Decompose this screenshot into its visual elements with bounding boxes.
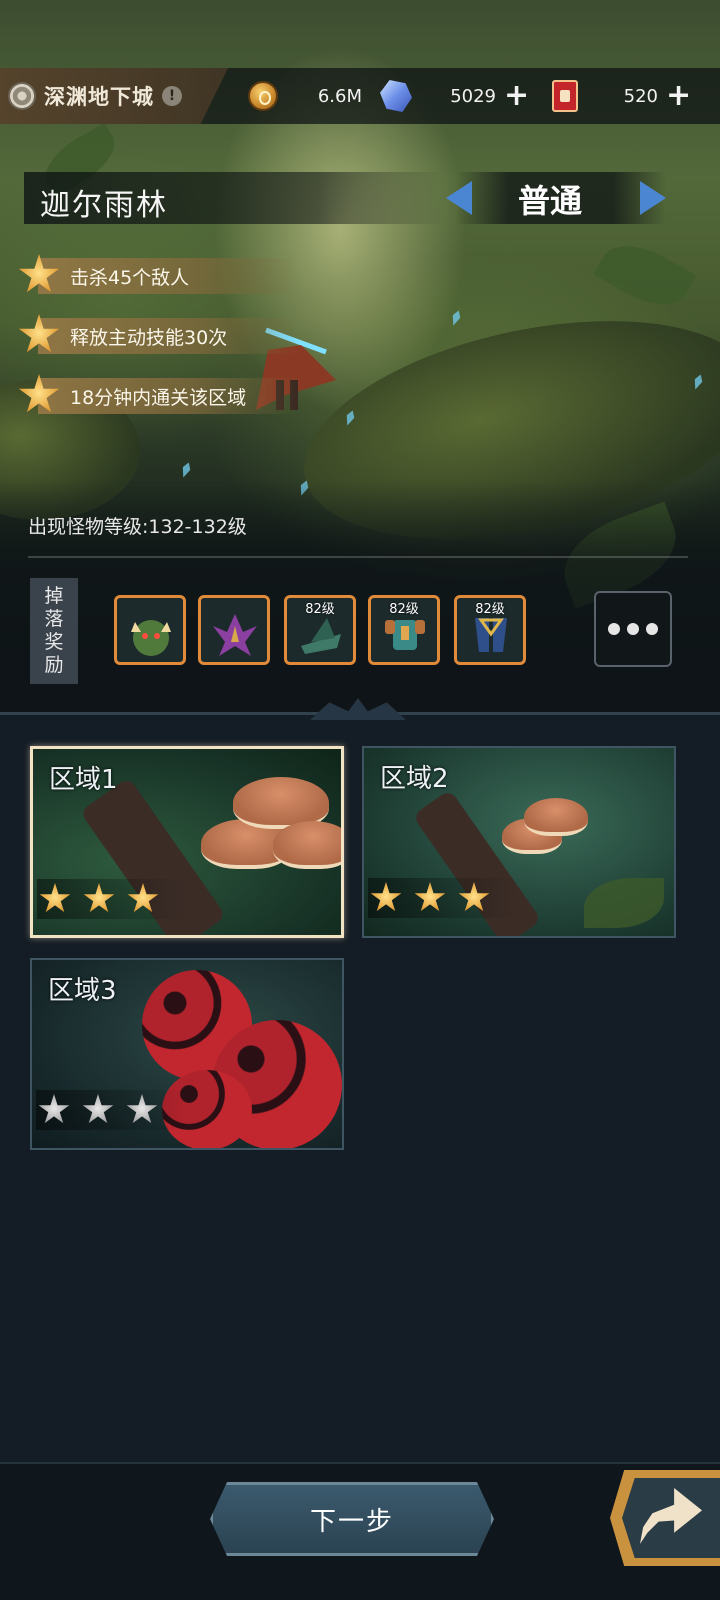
zone-star-rating xyxy=(37,879,187,919)
ticket-amount: 520 xyxy=(623,85,658,107)
stage-name: 迦尔雨林 xyxy=(40,188,168,223)
green-dragon-monster-icon xyxy=(131,620,171,656)
difficulty-next-arrow-icon[interactable] xyxy=(640,181,666,215)
ticket-resource: 520 + xyxy=(552,80,691,112)
difficulty-label: 普通 xyxy=(517,182,582,220)
gold-resource: 6.6M xyxy=(248,80,362,112)
more-rewards-button[interactable] xyxy=(594,591,672,667)
monster-level-text: 出现怪物等级:132-132级 xyxy=(28,516,247,538)
zone-card-3[interactable]: 区域3 xyxy=(30,958,344,1150)
reward-slot[interactable] xyxy=(198,595,270,665)
zone-star-rating xyxy=(368,878,518,918)
purple-plant-monster-icon xyxy=(213,614,257,656)
dungeon-title-tag[interactable]: 深渊地下城 ! xyxy=(0,68,228,124)
grey-star-icon xyxy=(38,1094,70,1124)
green-hat-icon xyxy=(301,618,341,654)
add-crystal-plus-icon[interactable]: + xyxy=(504,81,529,111)
divider xyxy=(28,556,688,558)
reward-slot[interactable]: 82级 xyxy=(454,595,526,665)
blue-crystal-icon xyxy=(380,80,412,112)
zone-card-1[interactable]: 区域1 xyxy=(30,746,344,938)
gold-amount: 6.6M xyxy=(317,85,362,107)
armor-chest-icon xyxy=(385,620,425,650)
gold-star-icon xyxy=(83,883,115,913)
crystal-resource: 5029 + xyxy=(380,80,529,112)
zone-title: 区域3 xyxy=(48,976,117,1006)
dungeon-name: 深渊地下城 xyxy=(44,85,154,109)
crystal-amount: 5029 xyxy=(450,85,496,107)
objective-item: 释放主动技能30次 xyxy=(18,314,298,358)
objective-item: 击杀45个敌人 xyxy=(18,254,298,298)
gold-coin-icon xyxy=(248,81,278,111)
zone-title: 区域1 xyxy=(49,765,118,795)
reward-slot[interactable]: 82级 xyxy=(368,595,440,665)
gold-star-icon xyxy=(414,882,446,912)
gold-star-icon xyxy=(39,883,71,913)
next-step-button[interactable]: 下一步 xyxy=(210,1482,494,1556)
objective-item: 18分钟内通关该区域 xyxy=(18,374,298,418)
grey-star-icon xyxy=(126,1094,158,1124)
difficulty-prev-arrow-icon[interactable] xyxy=(446,181,472,215)
gold-star-icon xyxy=(458,882,490,912)
blue-boots-icon xyxy=(475,618,507,652)
red-ticket-icon xyxy=(552,80,578,112)
objective-text: 18分钟内通关该区域 xyxy=(70,387,247,409)
drop-rewards-label: 掉 落 奖 励 xyxy=(30,578,78,684)
gold-star-icon xyxy=(127,883,159,913)
info-icon[interactable]: ! xyxy=(162,86,182,106)
abyss-swirl-icon xyxy=(8,82,36,110)
gold-star-icon xyxy=(370,882,402,912)
zone-card-2[interactable]: 区域2 xyxy=(362,746,676,938)
more-dots-icon xyxy=(608,623,620,635)
next-step-label: 下一步 xyxy=(309,1506,394,1537)
zone-star-rating xyxy=(36,1090,186,1130)
add-ticket-plus-icon[interactable]: + xyxy=(666,81,691,111)
reward-slot[interactable]: 82级 xyxy=(284,595,356,665)
reward-slot[interactable] xyxy=(114,595,186,665)
objective-text: 释放主动技能30次 xyxy=(70,327,228,349)
zone-title: 区域2 xyxy=(380,764,449,794)
grey-star-icon xyxy=(82,1094,114,1124)
objective-text: 击杀45个敌人 xyxy=(70,267,190,289)
